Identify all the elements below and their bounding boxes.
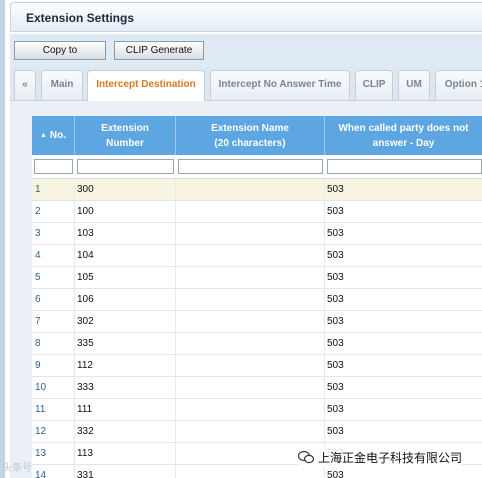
cell-no[interactable]: 6 xyxy=(32,289,75,310)
cell-no-answer-day[interactable]: 503 xyxy=(325,311,482,332)
cell-no-answer-day[interactable]: 503 xyxy=(325,377,482,398)
cell-no-answer-day[interactable]: 503 xyxy=(325,179,482,200)
cell-no-answer-day[interactable]: 503 xyxy=(325,289,482,310)
grid-area: ▲ No. Extension Number Extension Name (2… xyxy=(10,101,482,478)
extension-table: ▲ No. Extension Number Extension Name (2… xyxy=(32,116,482,478)
wechat-icon xyxy=(298,450,314,464)
cell-extension-name[interactable] xyxy=(176,399,325,420)
table-header: ▲ No. Extension Number Extension Name (2… xyxy=(32,116,482,155)
cell-extension-number[interactable]: 104 xyxy=(75,245,176,266)
cell-no[interactable]: 14 xyxy=(32,465,75,478)
cell-no[interactable]: 13 xyxy=(32,443,75,464)
cell-extension-number[interactable]: 113 xyxy=(75,443,176,464)
cell-extension-number[interactable]: 331 xyxy=(75,465,176,478)
cell-extension-number[interactable]: 333 xyxy=(75,377,176,398)
cell-extension-number[interactable]: 335 xyxy=(75,333,176,354)
cell-no-answer-day[interactable]: 503 xyxy=(325,355,482,376)
filter-day-input[interactable] xyxy=(327,159,482,174)
filter-extension-number-input[interactable] xyxy=(77,159,174,174)
copy-to-button[interactable]: Copy to xyxy=(14,41,106,60)
cell-no[interactable]: 1 xyxy=(32,179,75,200)
cell-no[interactable]: 12 xyxy=(32,421,75,442)
table-row[interactable]: 2 100 503 xyxy=(32,201,482,223)
window-title: Extension Settings xyxy=(26,11,135,25)
cell-no[interactable]: 11 xyxy=(32,399,75,420)
cell-extension-name[interactable] xyxy=(176,267,325,288)
cell-extension-name[interactable] xyxy=(176,223,325,244)
cell-extension-name[interactable] xyxy=(176,333,325,354)
column-header-extension-number[interactable]: Extension Number xyxy=(75,116,176,155)
cell-extension-number[interactable]: 111 xyxy=(75,399,176,420)
cell-extension-name[interactable] xyxy=(176,377,325,398)
table-row[interactable]: 9 112 503 xyxy=(32,355,482,377)
tab-intercept-no-answer-time[interactable]: Intercept No Answer Time xyxy=(210,70,350,100)
cell-no[interactable]: 3 xyxy=(32,223,75,244)
cell-no-answer-day[interactable]: 503 xyxy=(325,267,482,288)
left-edge-bar xyxy=(0,0,5,478)
column-header-no-answer-day[interactable]: When called party does not answer - Day xyxy=(325,116,482,155)
cell-extension-number[interactable]: 302 xyxy=(75,311,176,332)
cell-extension-number[interactable]: 112 xyxy=(75,355,176,376)
tab-bar: « Main Intercept Destination Intercept N… xyxy=(10,67,482,101)
table-row[interactable]: 11 111 503 xyxy=(32,399,482,421)
tab-intercept-destination[interactable]: Intercept Destination xyxy=(87,70,205,101)
cell-extension-name[interactable] xyxy=(176,355,325,376)
column-header-no[interactable]: ▲ No. xyxy=(32,116,75,155)
cell-extension-name[interactable] xyxy=(176,421,325,442)
table-row[interactable]: 12 332 503 xyxy=(32,421,482,443)
toolbar: Copy to CLIP Generate xyxy=(10,34,482,67)
table-row[interactable]: 1 300 503 xyxy=(32,179,482,201)
cell-no-answer-day[interactable]: 503 xyxy=(325,201,482,222)
table-row[interactable]: 4 104 503 xyxy=(32,245,482,267)
cell-extension-number[interactable]: 300 xyxy=(75,179,176,200)
cell-no[interactable]: 2 xyxy=(32,201,75,222)
cell-no-answer-day[interactable]: 503 xyxy=(325,245,482,266)
cell-extension-name[interactable] xyxy=(176,311,325,332)
cell-no[interactable]: 4 xyxy=(32,245,75,266)
watermark-right: 上海正金电子科技有限公司 xyxy=(298,446,463,468)
tab-option-1[interactable]: Option 1 xyxy=(435,70,482,100)
table-row[interactable]: 10 333 503 xyxy=(32,377,482,399)
cell-extension-name[interactable] xyxy=(176,245,325,266)
cell-no-answer-day[interactable]: 503 xyxy=(325,399,482,420)
window-title-bar: Extension Settings xyxy=(10,2,482,32)
cell-no[interactable]: 7 xyxy=(32,311,75,332)
cell-extension-number[interactable]: 100 xyxy=(75,201,176,222)
clip-generate-button[interactable]: CLIP Generate xyxy=(114,41,204,60)
column-header-extension-name[interactable]: Extension Name (20 characters) xyxy=(176,116,325,155)
cell-no[interactable]: 10 xyxy=(32,377,75,398)
sort-ascending-icon: ▲ xyxy=(39,132,47,139)
tab-scroll-back[interactable]: « xyxy=(14,70,36,100)
table-row[interactable]: 3 103 503 xyxy=(32,223,482,245)
tab-um[interactable]: UM xyxy=(398,70,430,100)
cell-no-answer-day[interactable]: 503 xyxy=(325,223,482,244)
filter-extension-name-input[interactable] xyxy=(178,159,323,174)
cell-no[interactable]: 9 xyxy=(32,355,75,376)
cell-extension-number[interactable]: 106 xyxy=(75,289,176,310)
filter-row xyxy=(32,155,482,179)
table-row[interactable]: 6 106 503 xyxy=(32,289,482,311)
cell-extension-name[interactable] xyxy=(176,201,325,222)
tab-clip[interactable]: CLIP xyxy=(355,70,393,100)
table-row[interactable]: 8 335 503 xyxy=(32,333,482,355)
cell-no[interactable]: 5 xyxy=(32,267,75,288)
table-row[interactable]: 5 105 503 xyxy=(32,267,482,289)
cell-extension-name[interactable] xyxy=(176,289,325,310)
cell-no[interactable]: 8 xyxy=(32,333,75,354)
cell-extension-number[interactable]: 105 xyxy=(75,267,176,288)
cell-no-answer-day[interactable]: 503 xyxy=(325,421,482,442)
filter-no-input[interactable] xyxy=(34,159,73,174)
watermark-company: 上海正金电子科技有限公司 xyxy=(318,450,463,465)
cell-extension-name[interactable] xyxy=(176,179,325,200)
table-row[interactable]: 7 302 503 xyxy=(32,311,482,333)
cell-extension-number[interactable]: 103 xyxy=(75,223,176,244)
tab-main[interactable]: Main xyxy=(41,70,83,100)
watermark-left: 头条号 xyxy=(2,463,32,474)
cell-extension-number[interactable]: 332 xyxy=(75,421,176,442)
cell-no-answer-day[interactable]: 503 xyxy=(325,333,482,354)
